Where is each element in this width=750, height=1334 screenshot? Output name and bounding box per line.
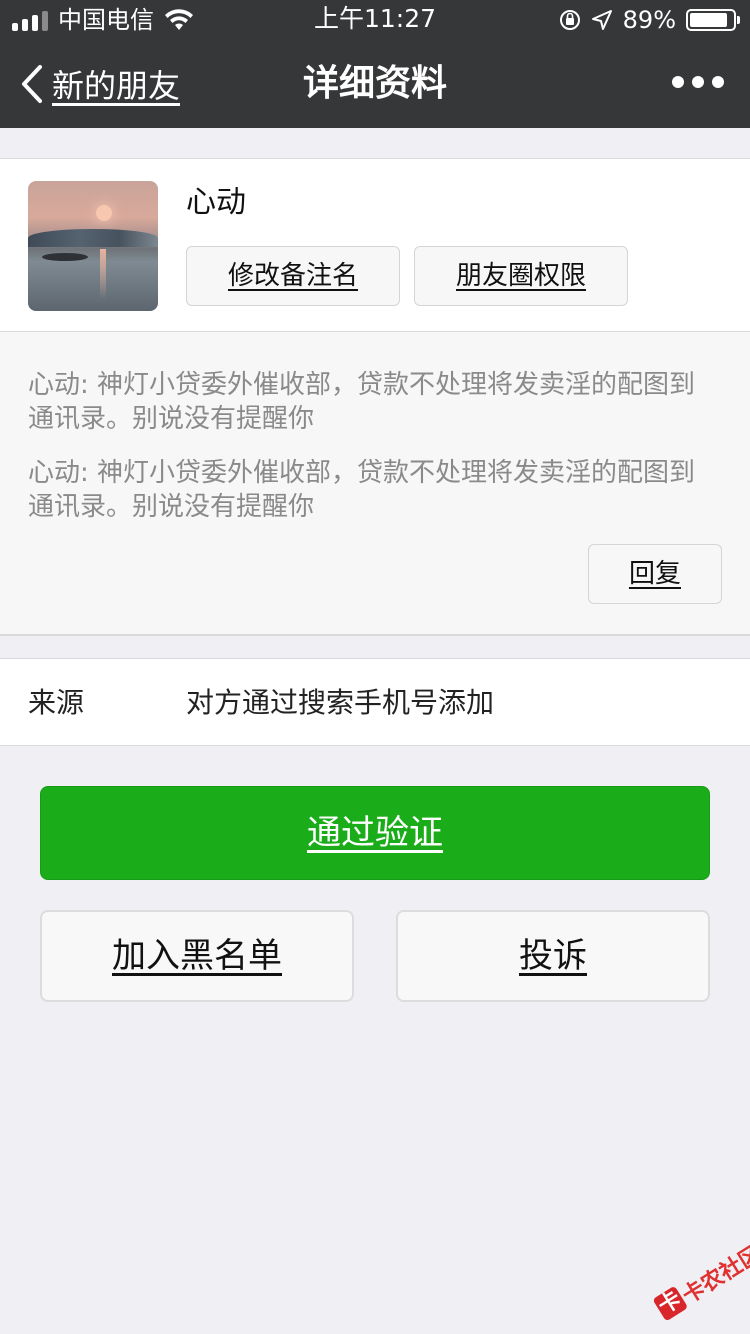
- accept-verification-button[interactable]: 通过验证: [40, 786, 710, 880]
- battery-icon: [686, 9, 740, 31]
- verification-message: 心动: 神灯小贷委外催收部，贷款不处理将发卖淫的配图到通讯录。别说没有提醒你: [28, 370, 696, 434]
- moments-permission-button[interactable]: 朋友圈权限: [414, 246, 628, 306]
- top-bar: 中国电信 上午11:27 89% 新的朋友 详细资料: [0, 0, 750, 128]
- source-value: 对方通过搜索手机号添加: [186, 686, 495, 719]
- add-to-blacklist-button[interactable]: 加入黑名单: [40, 910, 354, 1002]
- avatar[interactable]: [28, 181, 158, 311]
- report-button[interactable]: 投诉: [396, 910, 710, 1002]
- watermark-text: 卡农社区: [678, 1241, 750, 1310]
- status-bar: 中国电信 上午11:27 89%: [0, 0, 750, 40]
- watermark-logo: 卡 卡农社区: [634, 1218, 750, 1334]
- battery-percent: 89%: [622, 6, 676, 34]
- verification-messages: 心动: 神灯小贷委外催收部，贷款不处理将发卖淫的配图到通讯录。别说没有提醒你 心…: [0, 332, 750, 636]
- source-label: 来源: [28, 686, 85, 719]
- nickname: 心动: [186, 185, 246, 220]
- nav-bar: 新的朋友 详细资料: [0, 40, 750, 128]
- status-right: 89%: [559, 6, 740, 34]
- more-icon[interactable]: [672, 76, 724, 88]
- rotation-lock-icon: [559, 10, 580, 30]
- verification-message: 心动: 神灯小贷委外催收部，贷款不处理将发卖淫的配图到通讯录。别说没有提醒你: [28, 458, 696, 522]
- page-title: 详细资料: [302, 63, 447, 104]
- location-icon: [591, 10, 612, 30]
- reply-button[interactable]: 回复: [588, 544, 722, 604]
- source-row: 来源 对方通过搜索手机号添加: [0, 658, 750, 746]
- edit-remark-button[interactable]: 修改备注名: [186, 246, 400, 306]
